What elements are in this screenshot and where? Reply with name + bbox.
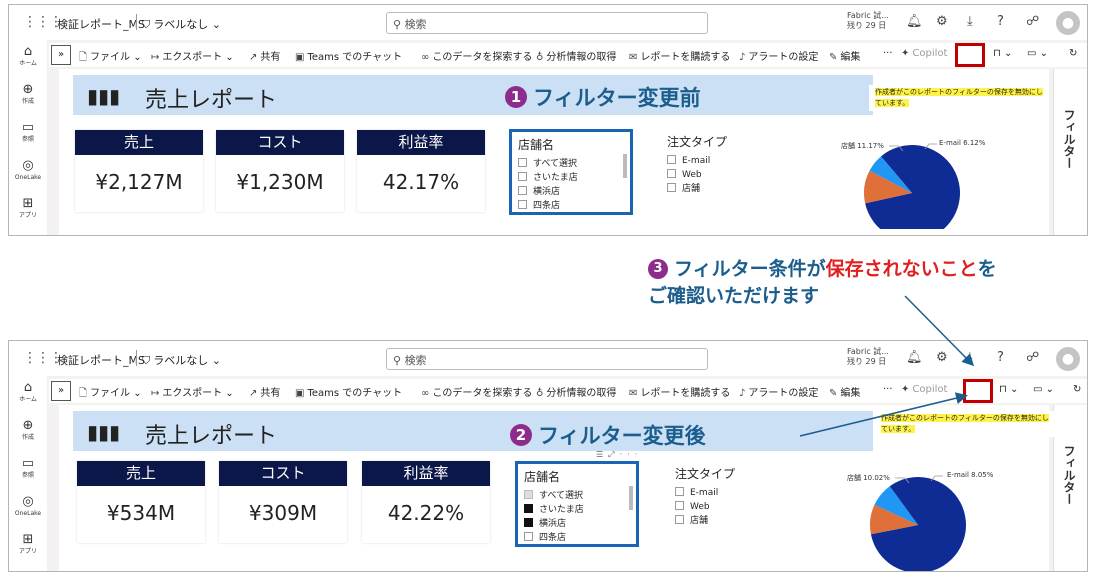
arrow-step2-to-button xyxy=(799,392,968,437)
arrow-note-to-button xyxy=(904,295,975,367)
annotation-arrows xyxy=(799,295,975,437)
